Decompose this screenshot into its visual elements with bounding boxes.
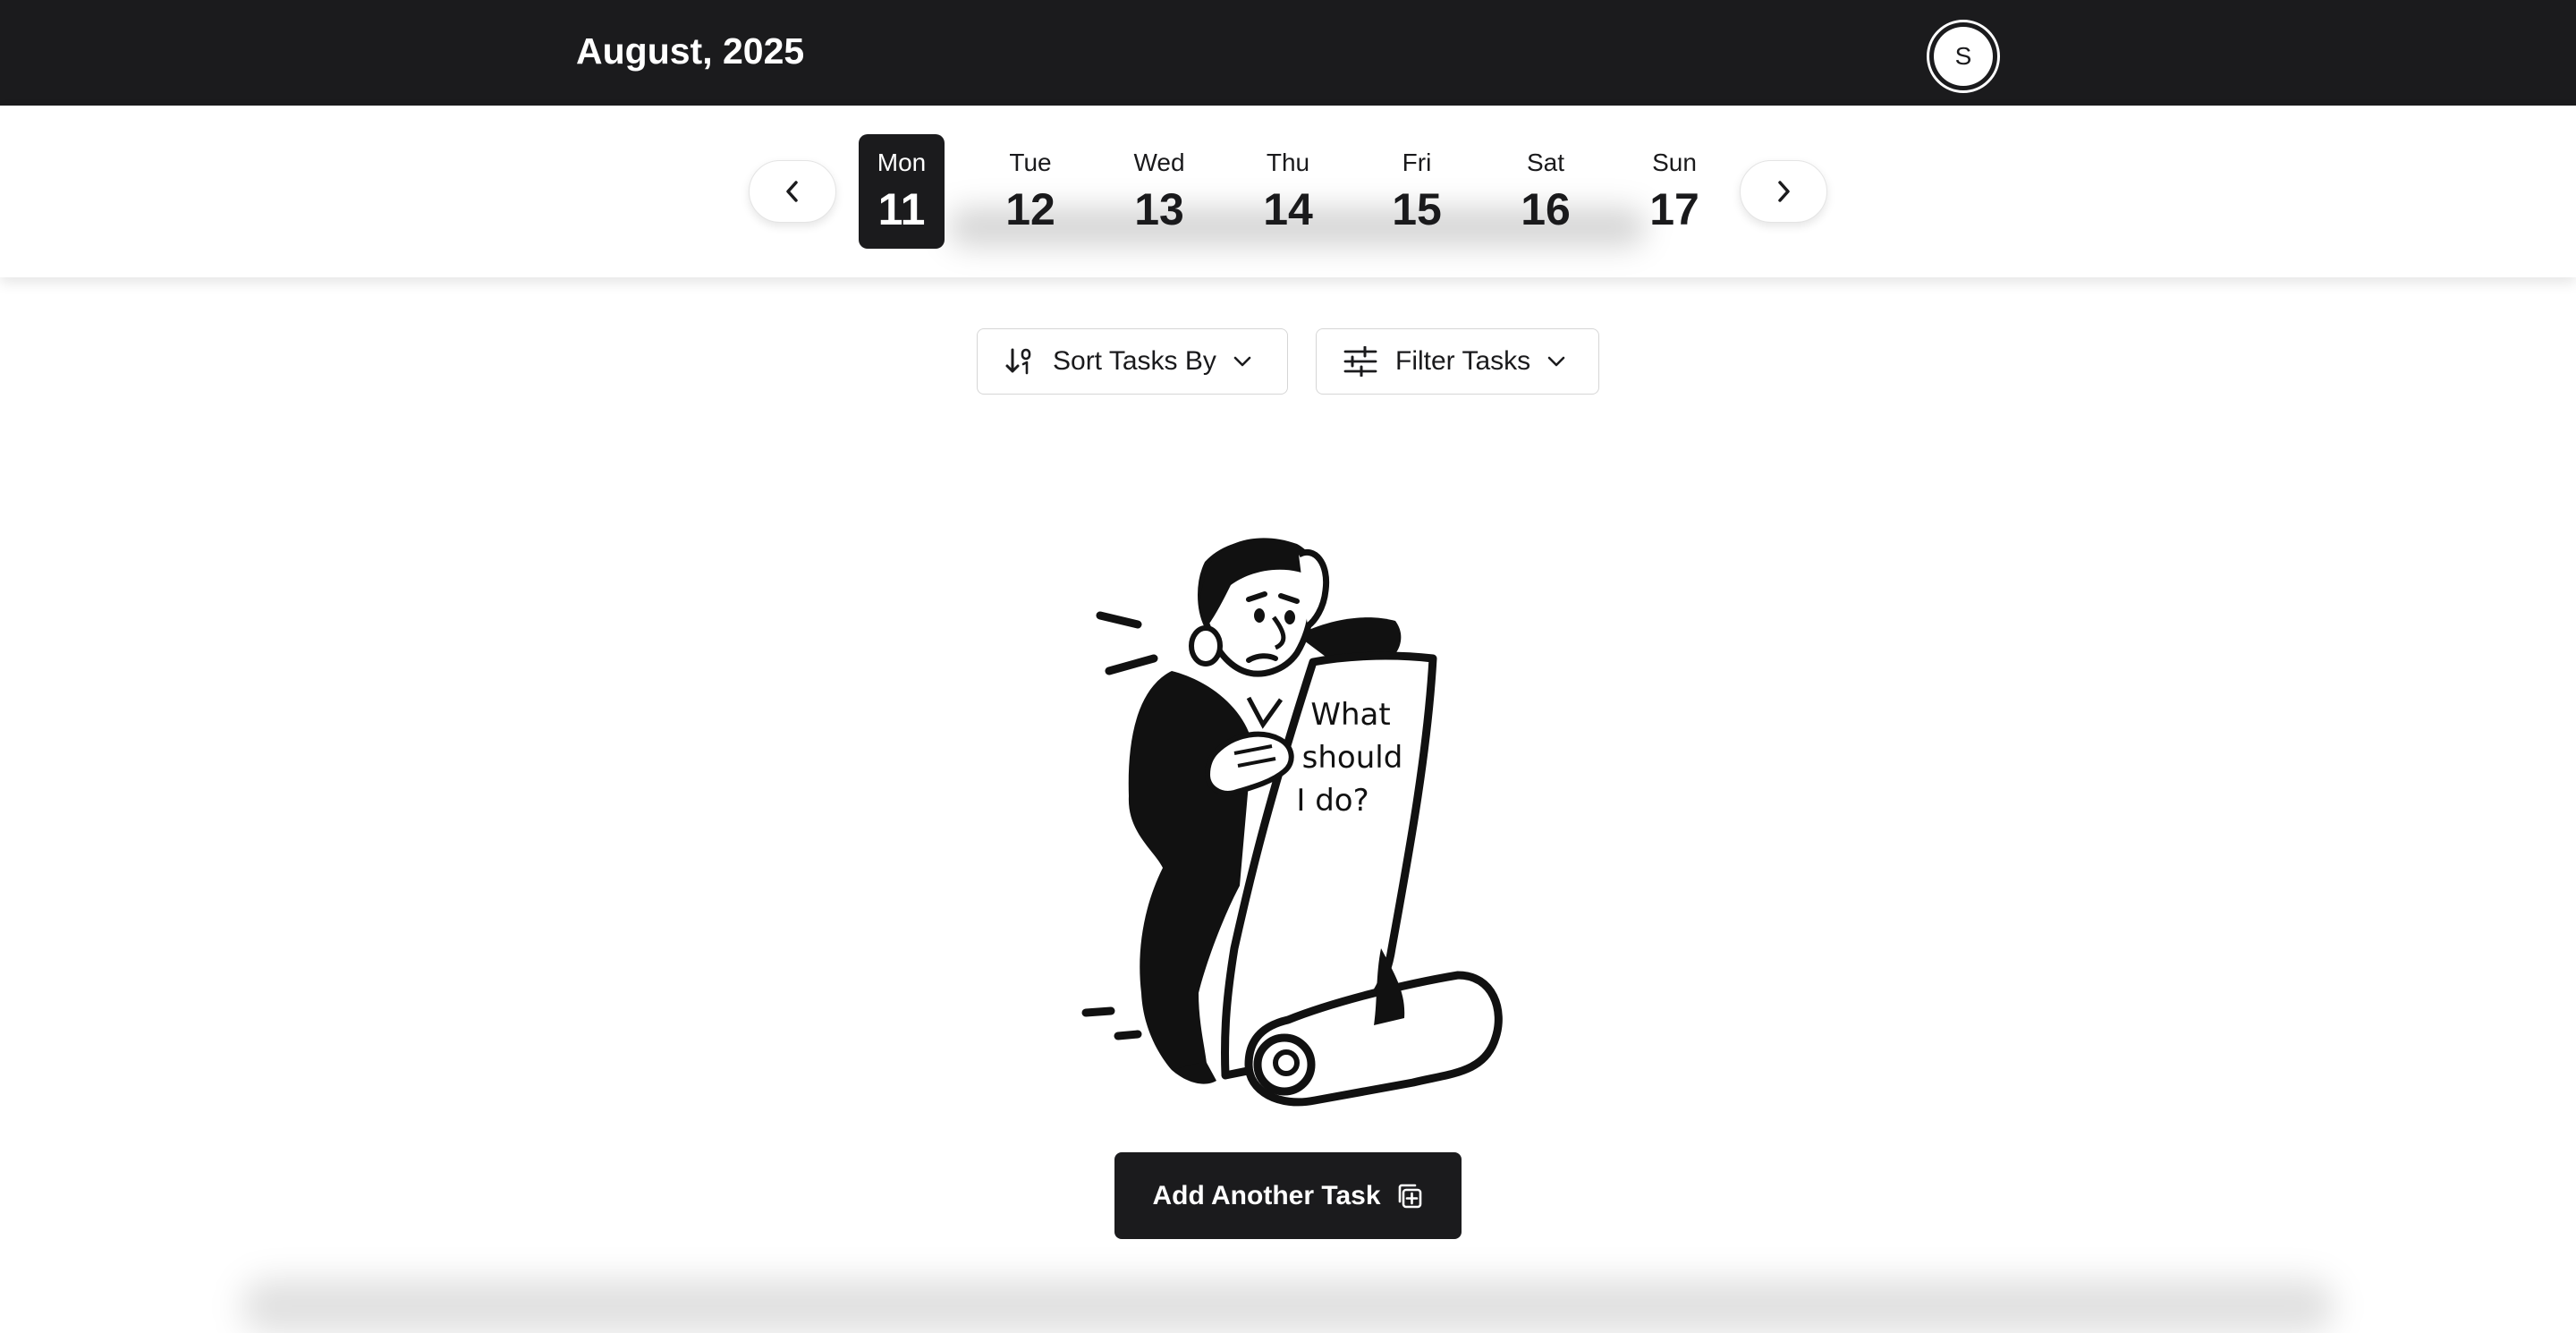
previous-week-button[interactable]	[749, 160, 836, 223]
day-name: Sun	[1652, 149, 1697, 176]
day-name: Tue	[1009, 149, 1052, 176]
day-name: Wed	[1133, 149, 1185, 176]
day-sun[interactable]: Sun 17	[1631, 134, 1717, 249]
day-sat[interactable]: Sat 16	[1503, 134, 1589, 249]
day-name: Fri	[1402, 149, 1432, 176]
sort-ascending-icon	[1005, 348, 1031, 375]
day-number: 12	[1005, 184, 1055, 234]
next-week-button[interactable]	[1740, 160, 1827, 223]
month-title: August, 2025	[576, 30, 805, 72]
empty-state-illustration: What should I do?	[1081, 538, 1503, 1107]
day-name: Sat	[1526, 149, 1565, 176]
bottom-panel-shadow	[242, 1279, 2334, 1333]
filter-tasks-dropdown[interactable]: Filter Tasks	[1316, 328, 1599, 395]
day-number: 11	[877, 184, 926, 234]
scroll-text-line: should	[1302, 740, 1403, 776]
avatar[interactable]: S	[1927, 20, 2000, 93]
day-wed[interactable]: Wed 13	[1116, 134, 1202, 249]
add-copy-icon	[1398, 1184, 1421, 1208]
day-number: 14	[1263, 184, 1313, 234]
sort-tasks-label: Sort Tasks By	[1053, 346, 1216, 376]
scroll-text-line: What	[1310, 697, 1390, 733]
day-tue[interactable]: Tue 12	[987, 134, 1073, 249]
chevron-right-icon	[1778, 181, 1790, 202]
day-fri[interactable]: Fri 15	[1374, 134, 1460, 249]
chevron-down-icon	[1233, 356, 1251, 367]
sliders-icon	[1343, 346, 1377, 377]
day-mon[interactable]: Mon 11	[859, 134, 945, 249]
scroll-text-line: I do?	[1296, 783, 1368, 819]
chevron-down-icon	[1547, 356, 1565, 367]
day-number: 13	[1134, 184, 1184, 234]
top-bar: August, 2025 S	[0, 0, 2576, 106]
add-another-task-button[interactable]: Add Another Task	[1114, 1152, 1462, 1239]
add-another-task-label: Add Another Task	[1152, 1180, 1381, 1210]
chevron-left-icon	[786, 181, 798, 202]
avatar-initial: S	[1934, 27, 1993, 86]
day-number: 17	[1649, 184, 1699, 234]
day-name: Thu	[1266, 149, 1310, 176]
day-thu[interactable]: Thu 14	[1245, 134, 1331, 249]
day-number: 15	[1392, 184, 1442, 234]
filter-tasks-label: Filter Tasks	[1395, 346, 1531, 376]
sort-tasks-dropdown[interactable]: Sort Tasks By	[977, 328, 1288, 395]
day-name: Mon	[877, 149, 927, 176]
day-number: 16	[1521, 184, 1571, 234]
